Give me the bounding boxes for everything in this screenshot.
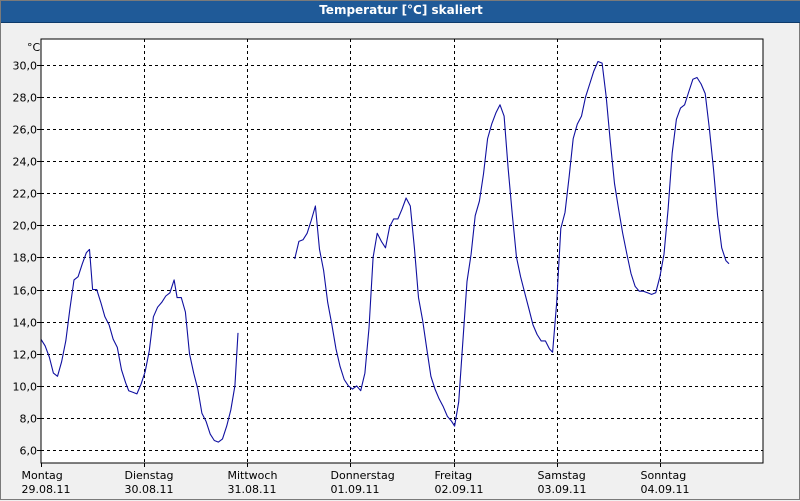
- x-tick-day: Sonntag: [641, 469, 687, 482]
- y-tick-label: 30,0: [13, 60, 38, 73]
- x-tick-day: Donnerstag: [331, 469, 395, 482]
- y-tick-label: 12,0: [13, 349, 38, 362]
- y-tick-label: 8,0: [20, 413, 38, 426]
- chart-window: Temperatur [°C] skaliert 6,0 8,0 10,0 12,0 1…: [0, 0, 800, 500]
- y-tick-label: 26,0: [13, 124, 38, 137]
- x-tick-date: 30.08.11: [125, 483, 174, 496]
- x-tick-day: Freitag: [435, 469, 473, 482]
- y-tick-label: 24,0: [13, 156, 38, 169]
- y-tick-label: 18,0: [13, 252, 38, 265]
- y-tick-label: 16,0: [13, 285, 38, 298]
- title-bar: Temperatur [°C] skaliert: [1, 1, 800, 23]
- y-tick-label: 6,0: [20, 445, 38, 458]
- x-tick-day: Samstag: [538, 469, 586, 482]
- y-tick-label: 20,0: [13, 220, 38, 233]
- x-tick-day: Montag: [22, 469, 63, 482]
- y-tick-label: 10,0: [13, 381, 38, 394]
- x-tick-day: Mittwoch: [228, 469, 278, 482]
- x-tick-date: 04.09.11: [641, 483, 690, 496]
- plot-area: 6,0 8,0 10,0 12,0 14,0 16,0 18,0 20,0 22,0 24,0 26…: [1, 23, 800, 501]
- temperature-chart: 6,0 8,0 10,0 12,0 14,0 16,0 18,0 20,0 22,0 24,0 26…: [13, 38, 764, 496]
- x-tick-date: 01.09.11: [331, 483, 380, 496]
- x-tick-date: 02.09.11: [435, 483, 484, 496]
- x-tick-date: 03.09.11: [538, 483, 587, 496]
- x-tick-date: 29.08.11: [22, 483, 71, 496]
- y-tick-label: 22,0: [13, 188, 38, 201]
- x-tick-date: 31.08.11: [228, 483, 277, 496]
- y-tick-label: 28,0: [13, 92, 38, 105]
- x-tick-day: Dienstag: [125, 469, 174, 482]
- plot-background: [40, 38, 764, 464]
- y-tick-label: 14,0: [13, 317, 38, 330]
- chart-title: Temperatur [°C] skaliert: [319, 3, 483, 17]
- y-axis-unit: °C: [27, 41, 41, 54]
